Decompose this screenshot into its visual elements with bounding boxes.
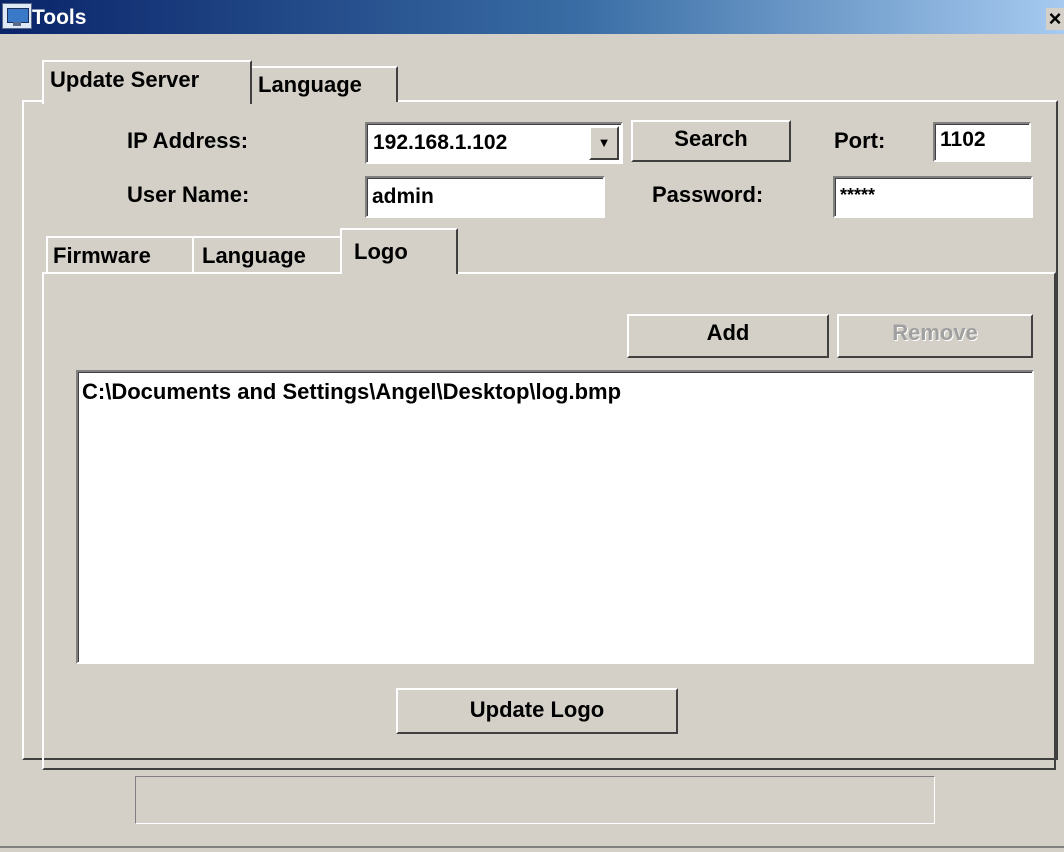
port-field[interactable]: 1102 xyxy=(933,122,1031,162)
window-title: Tools xyxy=(32,6,87,29)
tab-label: Language xyxy=(258,72,362,97)
user-name-field[interactable]: admin xyxy=(365,176,605,218)
tab-language[interactable]: Language xyxy=(250,66,398,102)
password-field[interactable]: ***** xyxy=(833,176,1033,218)
tab-language-inner[interactable]: Language xyxy=(192,236,342,272)
tab-update-server[interactable]: Update Server xyxy=(42,60,252,104)
progress-bar xyxy=(135,776,935,824)
chevron-down-icon[interactable]: ▼ xyxy=(589,126,619,160)
remove-button[interactable]: Remove xyxy=(837,314,1033,358)
password-value: ***** xyxy=(840,185,876,205)
list-item[interactable]: C:\Documents and Settings\Angel\Desktop\… xyxy=(78,372,1032,412)
tab-label: Logo xyxy=(354,239,408,264)
user-name-value: admin xyxy=(372,185,434,208)
tab-logo[interactable]: Logo xyxy=(340,228,458,274)
close-icon[interactable]: × xyxy=(1046,8,1064,30)
add-button[interactable]: Add xyxy=(627,314,829,358)
app-monitor-icon xyxy=(2,3,32,29)
tab-label: Firmware xyxy=(53,243,151,268)
update-logo-button[interactable]: Update Logo xyxy=(396,688,678,734)
logo-file-list[interactable]: C:\Documents and Settings\Angel\Desktop\… xyxy=(76,370,1034,664)
ip-address-combobox[interactable]: 192.168.1.102 ▼ xyxy=(365,122,623,164)
user-name-label: User Name: xyxy=(127,182,250,207)
port-value: 1102 xyxy=(940,128,986,151)
ip-address-label: IP Address: xyxy=(127,128,249,153)
title-bar[interactable] xyxy=(0,0,1064,34)
port-label: Port: xyxy=(834,128,886,153)
window-bottom-border xyxy=(0,846,1064,848)
tab-label: Update Server xyxy=(50,67,200,92)
tab-firmware[interactable]: Firmware xyxy=(46,236,194,272)
password-label: Password: xyxy=(652,182,764,207)
tab-label: Language xyxy=(202,243,306,268)
ip-address-value: 192.168.1.102 xyxy=(373,131,508,154)
search-button[interactable]: Search xyxy=(631,120,791,162)
